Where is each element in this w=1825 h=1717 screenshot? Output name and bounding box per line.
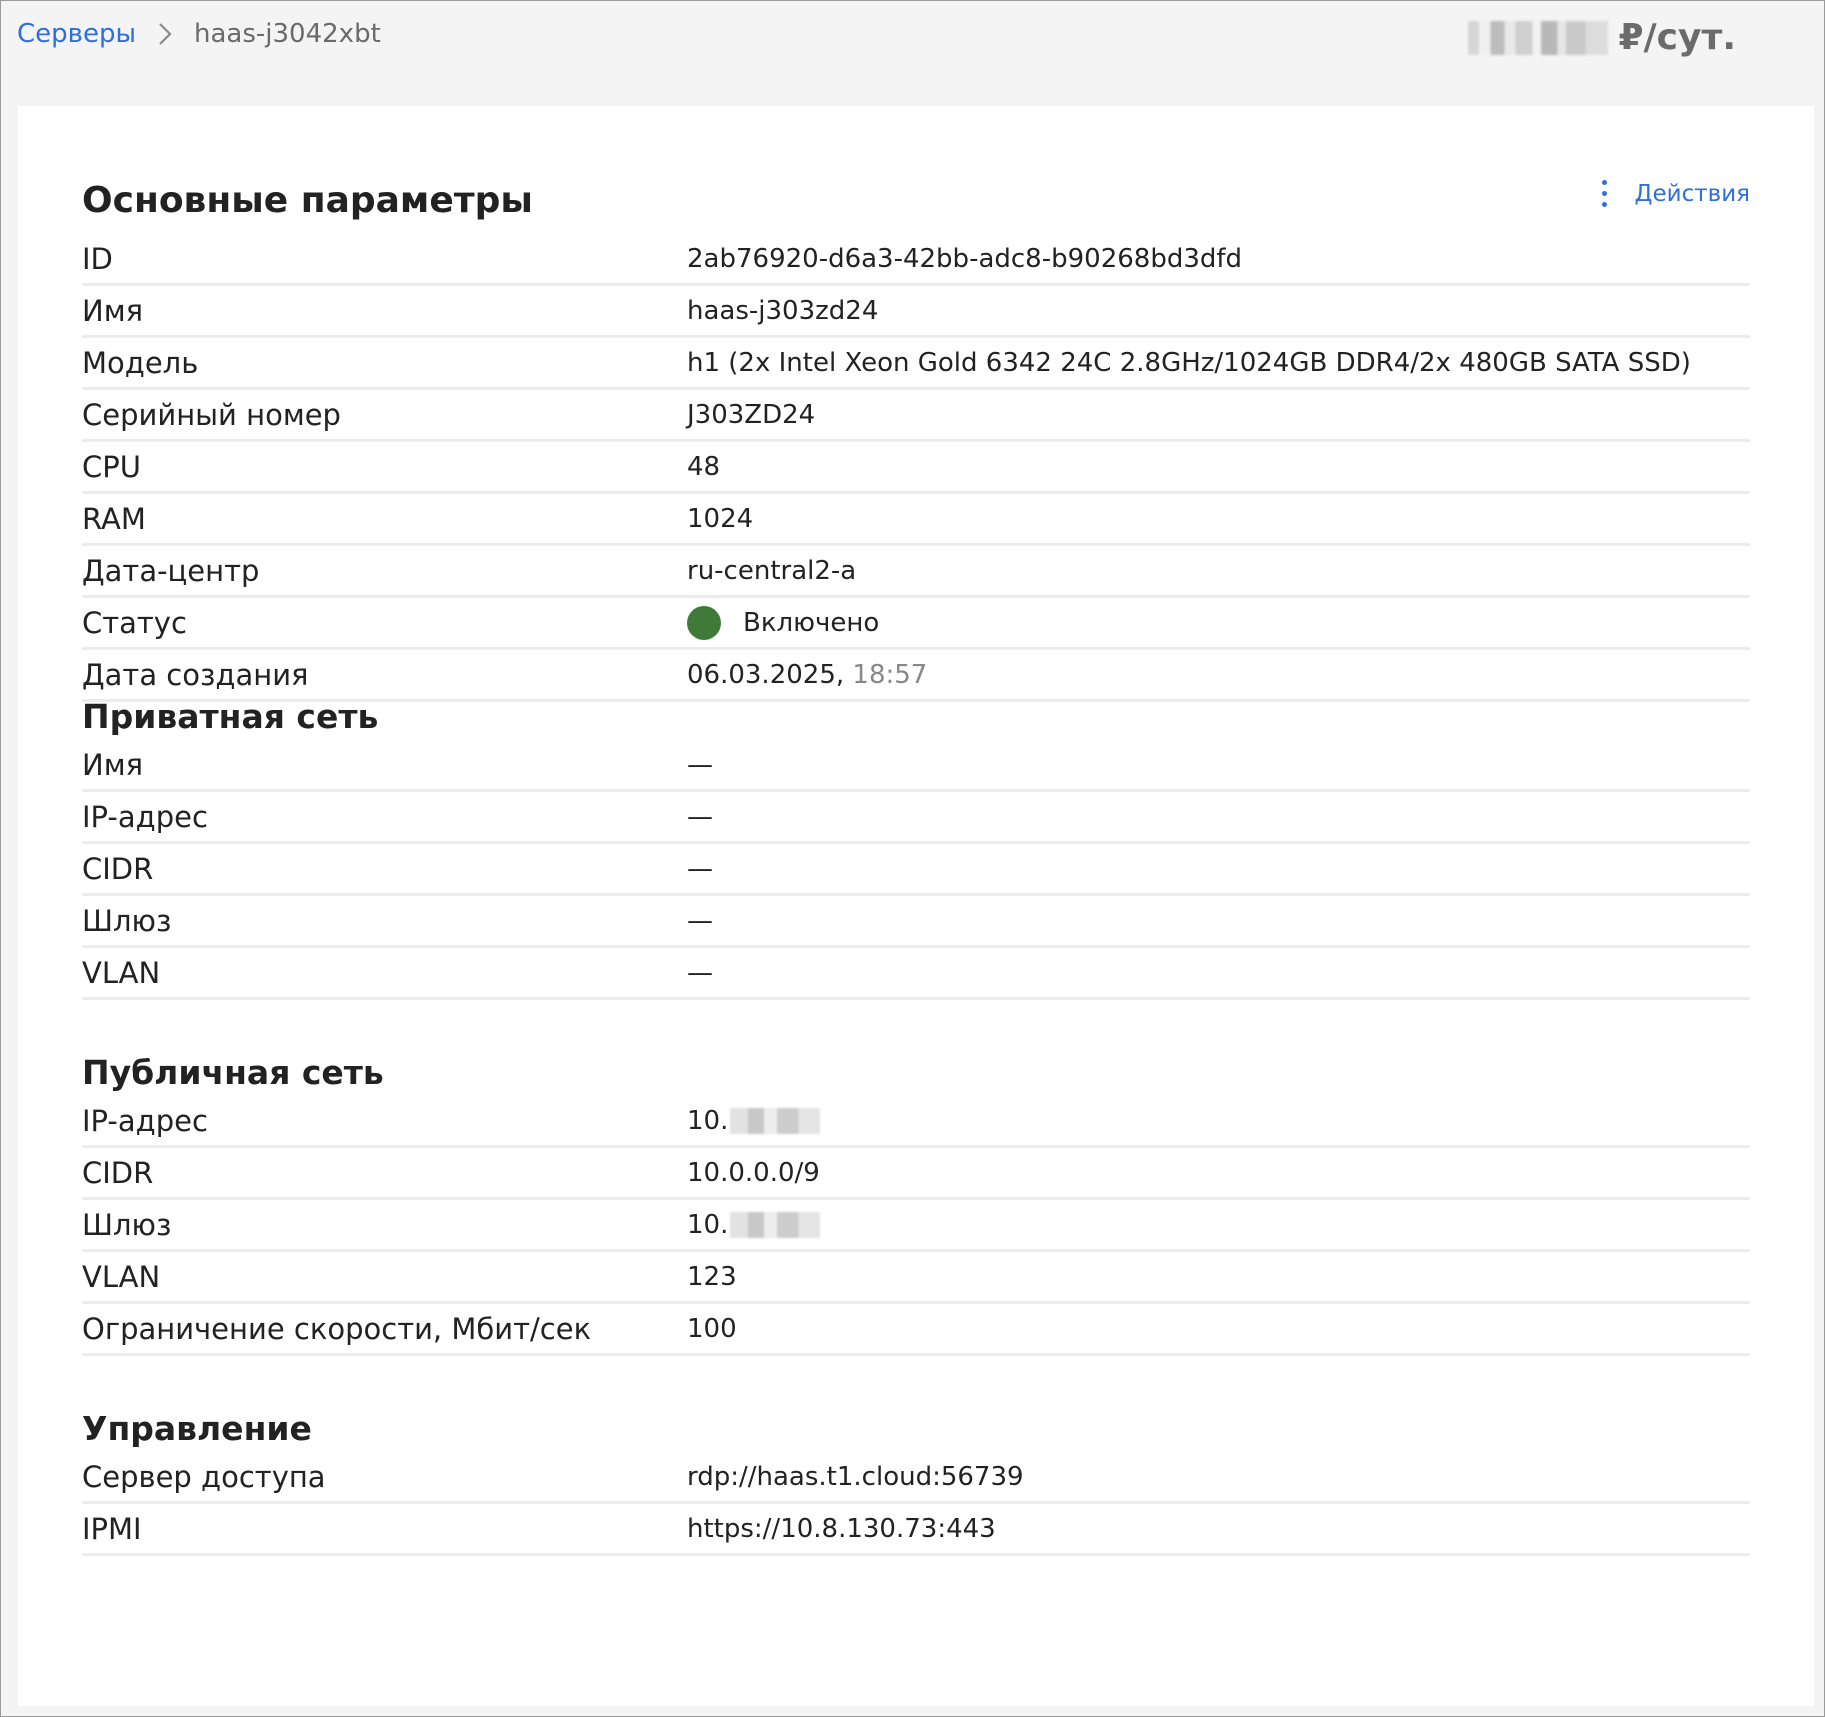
param-label: Шлюз: [82, 903, 172, 938]
param-label: Модель: [82, 345, 199, 380]
status-text: Включено: [743, 607, 880, 638]
redacted-ip: [730, 1211, 821, 1238]
public-ip-prefix: 10.: [687, 1105, 729, 1136]
param-value: ru-central2-a: [687, 555, 857, 586]
breadcrumb-servers-link[interactable]: Серверы: [17, 19, 136, 49]
top-bar: Серверы haas-j3042xbt ₽/сут.: [1, 1, 1824, 101]
param-label: RAM: [82, 501, 146, 536]
param-label: ID: [82, 241, 113, 276]
access-server-value: rdp://haas.t1.cloud:56739: [687, 1461, 1024, 1492]
actions-label: Действия: [1634, 180, 1750, 207]
public-row-gateway: Шлюз 10.: [82, 1200, 1750, 1252]
param-value: 2ab76920-d6a3-42bb-adc8-b90268bd3dfd: [687, 243, 1243, 274]
param-label: Статус: [82, 605, 187, 640]
param-row-name: Имя haas-j303zd24: [82, 286, 1750, 338]
param-label: IPMI: [82, 1511, 142, 1546]
param-value: —: [687, 853, 713, 884]
chevron-right-icon: [158, 22, 172, 46]
param-value: h1 (2x Intel Xeon Gold 6342 24C 2.8GHz/1…: [687, 347, 1691, 378]
param-label: VLAN: [82, 955, 161, 990]
status-value: Включено: [687, 605, 880, 640]
param-label: Имя: [82, 747, 144, 782]
section-title: Приватная сеть: [82, 697, 379, 736]
section-title: Управление: [82, 1409, 312, 1448]
breadcrumb-current: haas-j3042xbt: [194, 19, 381, 49]
public-row-speed-limit: Ограничение скорости, Мбит/сек 100: [82, 1304, 1750, 1356]
private-row-gateway: Шлюз —: [82, 896, 1750, 948]
public-ip-value: 10.: [687, 1105, 821, 1136]
param-value: —: [687, 957, 713, 988]
param-value: haas-j303zd24: [687, 295, 879, 326]
private-row-ip: IP-адрес —: [82, 792, 1750, 844]
param-label: CPU: [82, 449, 141, 484]
private-row-vlan: VLAN —: [82, 948, 1750, 1000]
param-value: 10.0.0.0/9: [687, 1157, 820, 1188]
public-row-cidr: CIDR 10.0.0.0/9: [82, 1148, 1750, 1200]
public-row-ip: IP-адрес 10.: [82, 1096, 1750, 1148]
price-value-redacted: [1468, 20, 1609, 55]
param-label: Дата-центр: [82, 553, 260, 588]
param-label: Шлюз: [82, 1207, 172, 1242]
created-date: 06.03.2025,: [687, 659, 845, 690]
param-value: 48: [687, 451, 721, 482]
server-details-card: Основные параметры Действия ID 2ab76920-…: [18, 106, 1814, 1706]
param-row-ram: RAM 1024: [82, 494, 1750, 546]
private-row-name: Имя —: [82, 740, 1750, 792]
management-row-ipmi: IPMI https://10.8.130.73:443: [82, 1504, 1750, 1556]
ipmi-value: https://10.8.130.73:443: [687, 1513, 996, 1544]
param-row-id: ID 2ab76920-d6a3-42bb-adc8-b90268bd3dfd: [82, 234, 1750, 286]
card-header: Основные параметры Действия: [82, 180, 1750, 240]
public-network-section: Публичная сеть IP-адрес 10. CIDR 10.0.0.…: [82, 1050, 1750, 1356]
created-time: 18:57: [852, 659, 928, 690]
management-row-access-server: Сервер доступа rdp://haas.t1.cloud:56739: [82, 1452, 1750, 1504]
price-suffix: ₽/сут.: [1618, 17, 1736, 58]
param-label: Серийный номер: [82, 397, 341, 432]
param-row-cpu: CPU 48: [82, 442, 1750, 494]
param-value: —: [687, 905, 713, 936]
param-row-datacenter: Дата-центр ru-central2-a: [82, 546, 1750, 598]
created-value: 06.03.2025, 18:57: [687, 660, 927, 690]
param-label: VLAN: [82, 1259, 161, 1294]
param-label: CIDR: [82, 851, 154, 886]
breadcrumb: Серверы haas-j3042xbt: [17, 19, 381, 49]
actions-button[interactable]: Действия: [1601, 180, 1750, 207]
kebab-menu-icon: [1601, 180, 1607, 207]
param-label: Сервер доступа: [82, 1459, 326, 1494]
param-value: 123: [687, 1261, 737, 1292]
param-label: CIDR: [82, 1155, 154, 1190]
page-title: Основные параметры: [82, 180, 533, 221]
private-row-cidr: CIDR —: [82, 844, 1750, 896]
public-row-vlan: VLAN 123: [82, 1252, 1750, 1304]
redacted-ip: [730, 1107, 821, 1134]
param-label: Дата создания: [82, 657, 309, 692]
private-network-section: Приватная сеть Имя — IP-адрес — CIDR — Ш…: [82, 694, 1750, 1000]
param-row-serial: Серийный номер J303ZD24: [82, 390, 1750, 442]
gateway-value: 10.: [687, 1209, 821, 1240]
param-label: Ограничение скорости, Мбит/сек: [82, 1311, 592, 1346]
param-label: IP-адрес: [82, 1103, 208, 1138]
param-value: —: [687, 801, 713, 832]
param-row-model: Модель h1 (2x Intel Xeon Gold 6342 24C 2…: [82, 338, 1750, 390]
param-value: J303ZD24: [687, 399, 816, 430]
param-value: 1024: [687, 503, 754, 534]
param-value: —: [687, 749, 713, 780]
param-label: Имя: [82, 293, 144, 328]
management-section: Управление Сервер доступа rdp://haas.t1.…: [82, 1406, 1750, 1556]
param-value: 100: [687, 1313, 737, 1344]
main-params-section: ID 2ab76920-d6a3-42bb-adc8-b90268bd3dfd …: [82, 234, 1750, 702]
param-label: IP-адрес: [82, 799, 208, 834]
gateway-prefix: 10.: [687, 1209, 729, 1240]
section-title: Публичная сеть: [82, 1053, 384, 1092]
param-row-status: Статус Включено: [82, 598, 1750, 650]
status-indicator-icon: [687, 605, 721, 640]
price-per-day: ₽/сут.: [1468, 17, 1736, 58]
